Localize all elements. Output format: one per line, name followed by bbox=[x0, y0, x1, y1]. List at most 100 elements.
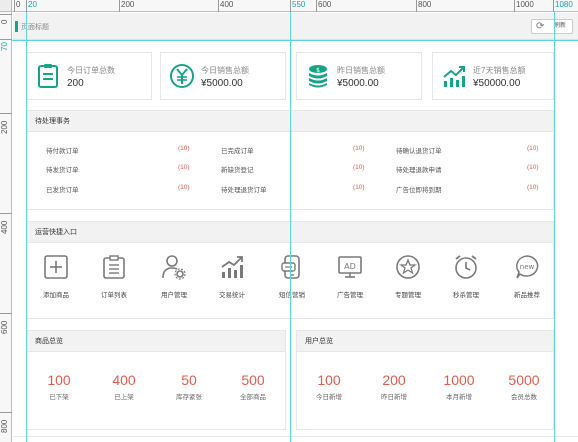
user-overview-stat[interactable]: 200 昨日新增 bbox=[368, 372, 420, 401]
overview-label: 库存紧张 bbox=[176, 394, 202, 401]
quick-entry-add-product[interactable]: 添加商品 bbox=[30, 254, 82, 299]
stat-title: 昨日销售总额 bbox=[337, 66, 385, 75]
pending-item-label[interactable]: 已发货订单 bbox=[46, 184, 79, 194]
svg-text:AD: AD bbox=[344, 262, 356, 271]
coins-icon: $ bbox=[309, 65, 327, 88]
refresh-icon: ⟳ bbox=[536, 21, 545, 32]
quick-entry-sms-marketing[interactable]: 短信营销 bbox=[266, 254, 318, 299]
stat-value: 200 bbox=[67, 78, 84, 89]
quick-entry-label: 添加商品 bbox=[43, 292, 69, 299]
pending-item-label[interactable]: 待确认退货订单 bbox=[396, 145, 442, 155]
new-badge-icon: new bbox=[516, 255, 539, 279]
ruler-label: 600 bbox=[0, 320, 9, 334]
yen-icon bbox=[170, 64, 194, 88]
quick-entry-order-list[interactable]: 订单列表 bbox=[88, 254, 140, 299]
guide-line-vertical[interactable] bbox=[554, 12, 555, 442]
stat-title: 今日销售总额 bbox=[201, 66, 249, 75]
product-overview-stat[interactable]: 400 已上架 bbox=[98, 372, 150, 401]
quick-entry-label: 专题管理 bbox=[395, 292, 421, 299]
pending-item-count: (10) bbox=[353, 164, 365, 171]
ruler-label: 550 bbox=[292, 0, 306, 9]
product-overview-stat[interactable]: 50 库存紧张 bbox=[163, 372, 215, 401]
ruler-label: 0 bbox=[0, 19, 9, 24]
pending-item-label[interactable]: 广告位即将到期 bbox=[396, 184, 442, 194]
title-accent-bar bbox=[15, 21, 18, 32]
guide-line-vertical[interactable] bbox=[26, 12, 27, 442]
quick-entry-new-products[interactable]: new 新品推荐 bbox=[501, 254, 553, 299]
overview-label: 昨日新增 bbox=[381, 394, 407, 401]
pending-item-label[interactable]: 待处理退款申请 bbox=[396, 164, 442, 174]
overview-value: 5000 bbox=[508, 372, 540, 388]
overview-value: 500 bbox=[241, 372, 265, 388]
stat-value: ¥5000.00 bbox=[337, 78, 379, 89]
quick-entry-flash-sale[interactable]: 秒杀管理 bbox=[440, 254, 492, 299]
pending-item-count: (10) bbox=[353, 145, 365, 152]
quick-entry-ad-management[interactable]: AD 广告管理 bbox=[324, 254, 376, 299]
stat-card-today-orders: 今日订单总数 200 bbox=[26, 52, 152, 100]
panel-title: 用户总览 bbox=[297, 331, 553, 352]
vertical-ruler: 0 70 200 400 600 800 bbox=[0, 0, 12, 442]
overview-value: 400 bbox=[112, 372, 136, 388]
top-nav-bar: 页面标题 ⟳ 刷新 bbox=[13, 13, 578, 40]
user-overview-stat[interactable]: 1000 本月新增 bbox=[433, 372, 485, 401]
overview-label: 今日新增 bbox=[316, 394, 342, 401]
star-circle-icon bbox=[396, 255, 420, 279]
ruler-label: 800 bbox=[0, 419, 9, 433]
quick-entry-user-management[interactable]: 用户管理 bbox=[148, 254, 200, 299]
pending-item-count: (10) bbox=[178, 184, 190, 191]
overview-label: 已上架 bbox=[114, 394, 134, 401]
pending-item-count: (10) bbox=[527, 164, 539, 171]
stat-value: ¥50000.00 bbox=[473, 78, 521, 89]
quick-entry-label: 订单列表 bbox=[101, 292, 127, 299]
pending-item-label[interactable]: 新缺货登记 bbox=[221, 164, 254, 174]
user-overview-stat[interactable]: 5000 会员总数 bbox=[498, 372, 550, 401]
product-overview-stat[interactable]: 500 全部商品 bbox=[227, 372, 279, 401]
ruler-label: 600 bbox=[318, 0, 332, 9]
refresh-label: 刷新 bbox=[554, 23, 567, 29]
horizontal-ruler: 0 20 200 400 550 600 800 1000 1080 bbox=[0, 0, 578, 12]
overview-label: 会员总数 bbox=[511, 394, 537, 401]
pending-item-count: (10) bbox=[527, 184, 539, 191]
pending-item-count: (10) bbox=[178, 145, 190, 152]
stat-title: 近7天销售总额 bbox=[473, 66, 526, 75]
overview-value: 50 bbox=[181, 372, 197, 388]
quick-entry-label: 新品推荐 bbox=[514, 292, 540, 299]
refresh-button[interactable]: ⟳ 刷新 bbox=[531, 19, 573, 34]
quick-entry-label: 短信营销 bbox=[279, 292, 305, 299]
svg-text:$: $ bbox=[316, 67, 320, 74]
pending-item-label[interactable]: 待付款订单 bbox=[46, 145, 79, 155]
quick-entry-label: 用户管理 bbox=[161, 292, 187, 299]
svg-text:new: new bbox=[520, 263, 535, 271]
user-overview-stat[interactable]: 100 今日新增 bbox=[303, 372, 355, 401]
quick-entry-topic-management[interactable]: 专题管理 bbox=[382, 254, 434, 299]
product-overview-stat[interactable]: 100 已下架 bbox=[33, 372, 85, 401]
bottom-divider bbox=[13, 436, 578, 437]
stat-card-today-sales: 今日销售总额 ¥5000.00 bbox=[160, 52, 286, 100]
ruler-label: 800 bbox=[418, 0, 432, 9]
pending-item-label[interactable]: 待处理退货订单 bbox=[221, 184, 267, 194]
stat-value: ¥5000.00 bbox=[201, 78, 243, 89]
quick-entry-label: 交易统计 bbox=[219, 292, 245, 299]
plus-box-icon bbox=[44, 255, 68, 279]
overview-value: 200 bbox=[382, 372, 406, 388]
pending-item-label[interactable]: 已完成订单 bbox=[221, 145, 254, 155]
pending-item-label[interactable]: 待发货订单 bbox=[46, 164, 79, 174]
quick-entry-label: 秒杀管理 bbox=[453, 292, 479, 299]
overview-value: 100 bbox=[47, 372, 71, 388]
pending-item-count: (10) bbox=[353, 184, 365, 191]
ruler-label: 0 bbox=[16, 0, 21, 9]
clipboard-icon bbox=[103, 255, 125, 279]
overview-value: 1000 bbox=[443, 372, 475, 388]
phone-message-icon bbox=[281, 255, 300, 279]
quick-entry-trade-stats[interactable]: 交易统计 bbox=[206, 254, 258, 299]
overview-value: 100 bbox=[317, 372, 341, 388]
stat-card-7day-sales: 近7天销售总额 ¥50000.00 bbox=[432, 52, 554, 100]
guide-line-horizontal[interactable] bbox=[12, 40, 578, 41]
alarm-clock-icon bbox=[455, 255, 477, 279]
trend-chart-icon bbox=[443, 66, 465, 87]
ruler-label: 400 bbox=[220, 0, 234, 9]
overview-label: 本月新增 bbox=[446, 394, 472, 401]
ad-screen-icon: AD bbox=[338, 256, 362, 278]
panel-title: 商品总览 bbox=[27, 331, 285, 352]
guide-line-vertical[interactable] bbox=[290, 12, 291, 442]
